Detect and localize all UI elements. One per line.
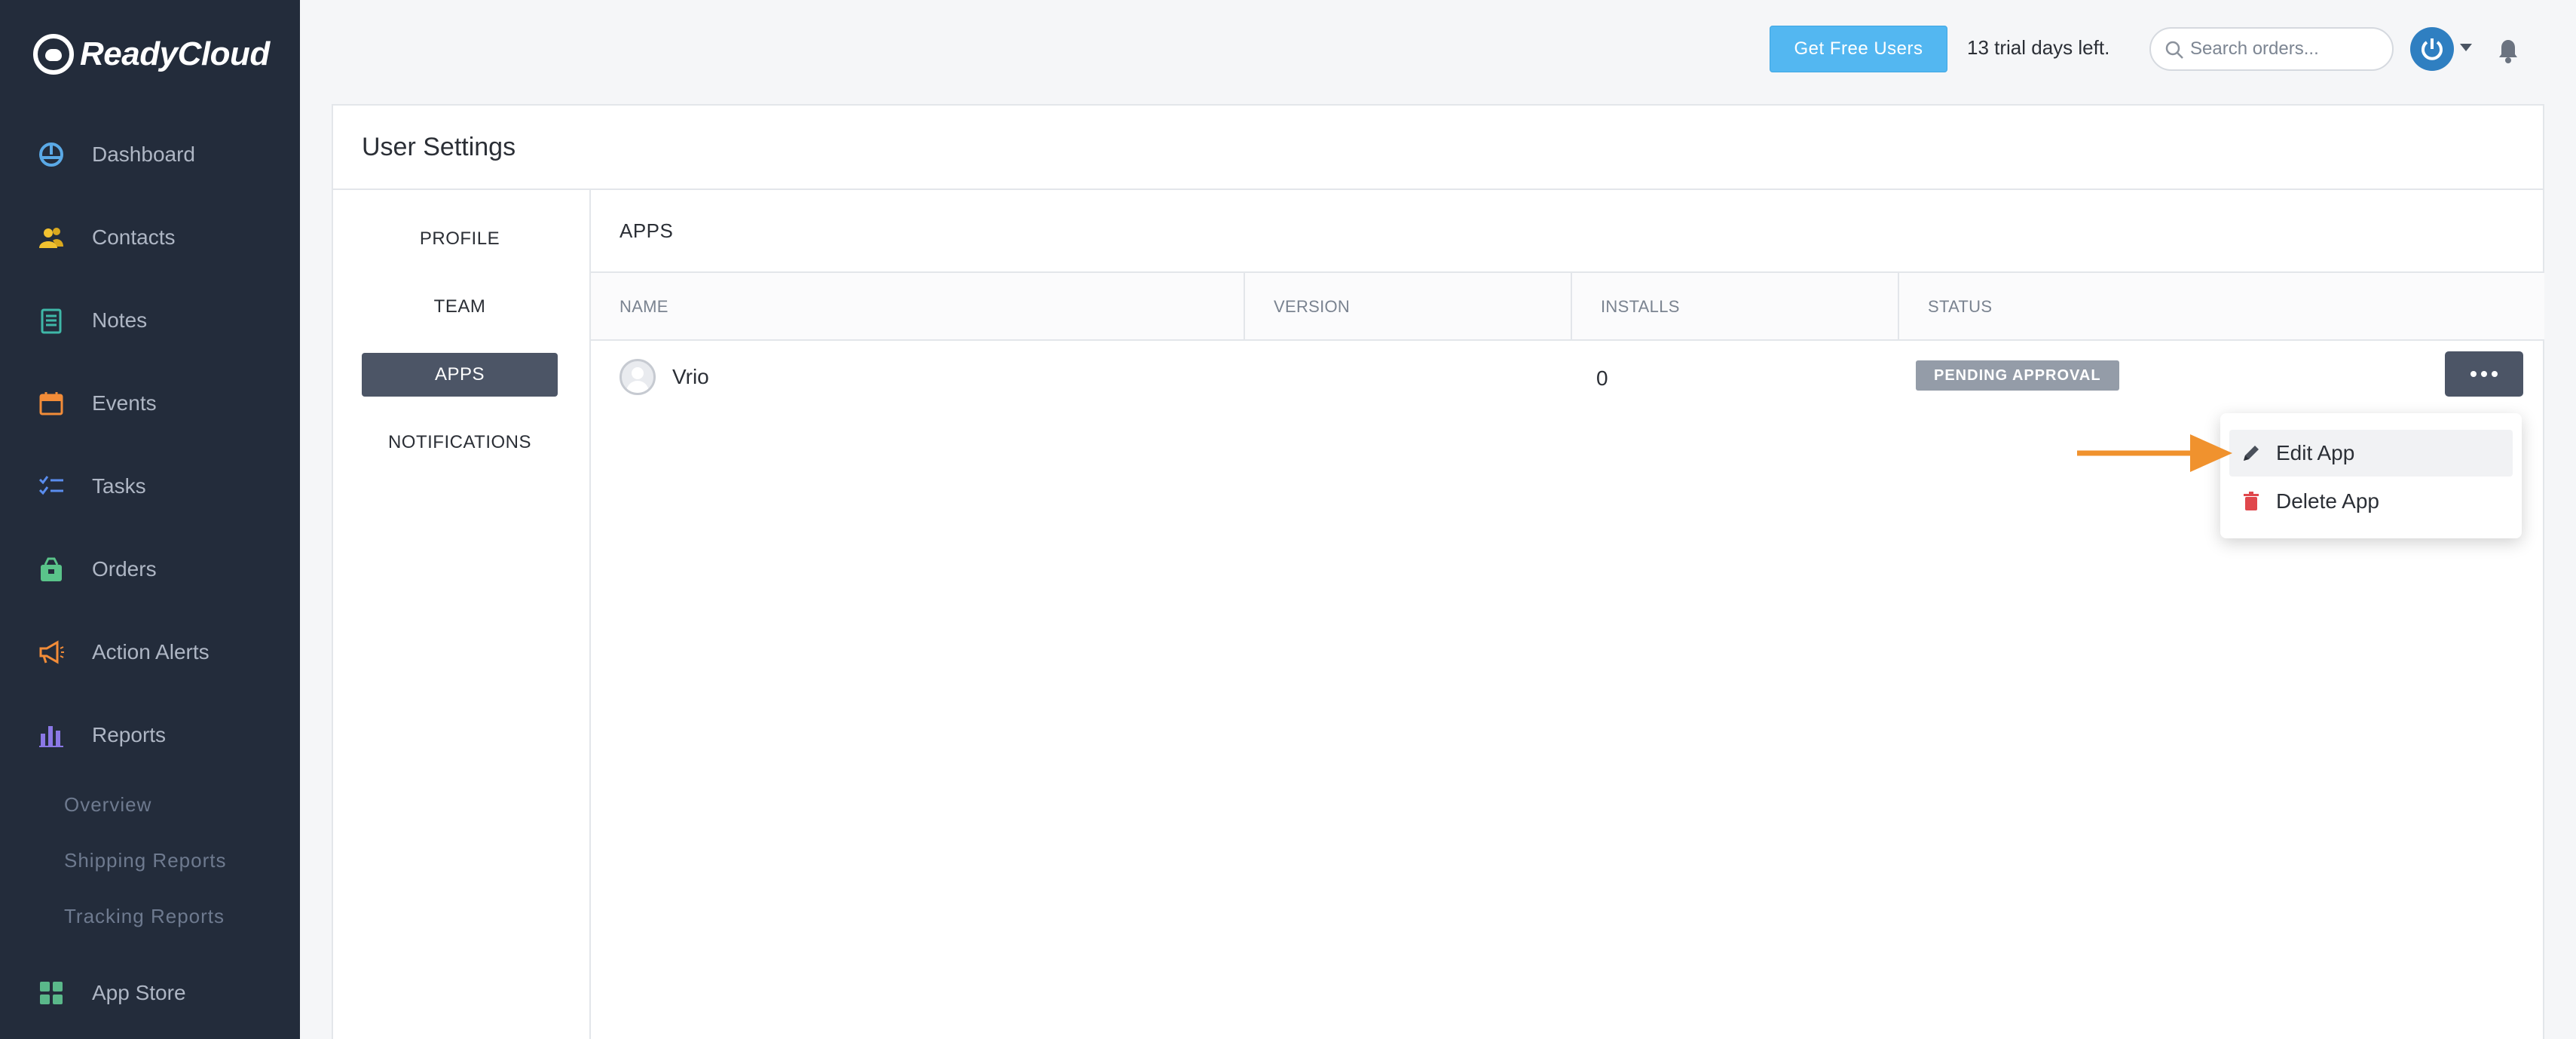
sidebar-item-action-alerts[interactable]: Action Alerts [0, 611, 300, 694]
sidebar-item-label: Reports [92, 723, 167, 746]
app-name[interactable]: Vrio [672, 365, 709, 389]
settings-subnav: PROFILE TEAM APPS NOTIFICATIONS [333, 190, 591, 1039]
tab-team[interactable]: TEAM [362, 285, 558, 329]
megaphone-icon [38, 639, 65, 666]
sidebar-subitem-tracking-reports[interactable]: Tracking Reports [0, 888, 300, 944]
column-header-version[interactable]: VERSION [1244, 273, 1571, 341]
annotation-arrow-icon [2077, 434, 2232, 472]
tab-notifications[interactable]: NOTIFICATIONS [362, 421, 558, 464]
sidebar-item-label: App Store [92, 981, 186, 1004]
user-menu-button[interactable] [2410, 27, 2454, 71]
column-header-name[interactable]: NAME [591, 273, 1244, 341]
edit-app-menu-item[interactable]: Edit App [2229, 430, 2513, 477]
app-installs: 0 [1596, 366, 1608, 390]
chevron-down-icon[interactable] [2460, 44, 2472, 51]
brand-logo[interactable]: ReadyCloud [33, 32, 270, 77]
app-store-icon [38, 979, 65, 1007]
sidebar-item-orders[interactable]: Orders [0, 528, 300, 611]
sidebar-item-reports[interactable]: Reports [0, 694, 300, 777]
sidebar-item-label: Orders [92, 557, 157, 581]
app-avatar-icon [620, 359, 656, 395]
tab-apps[interactable]: APPS [362, 353, 558, 397]
search-input[interactable] [2190, 38, 2379, 60]
ellipsis-icon [2481, 371, 2487, 377]
brand-name: ReadyCloud [80, 35, 270, 72]
dashboard-icon [38, 141, 65, 168]
sidebar-item-contacts[interactable]: Contacts [0, 196, 300, 279]
sidebar: ReadyCloud Dashboard Contacts Notes Even… [0, 0, 300, 1039]
search-icon [2165, 41, 2183, 59]
app-actions-dropdown: Edit App Delete App [2220, 413, 2522, 538]
table-header: NAME VERSION INSTALLS STATUS [591, 273, 2544, 341]
more-actions-button[interactable] [2445, 351, 2523, 397]
column-header-installs[interactable]: INSTALLS [1571, 273, 1898, 341]
delete-app-menu-item[interactable]: Delete App [2229, 478, 2513, 525]
orders-icon [38, 556, 65, 583]
trial-days-text: 13 trial days left. [1967, 36, 2110, 59]
notes-icon [38, 307, 65, 334]
table-row[interactable]: Vrio 0 PENDING APPROVAL [591, 341, 2544, 410]
sidebar-item-label: Events [92, 391, 157, 415]
bell-icon[interactable] [2495, 36, 2522, 65]
sidebar-item-label: Notes [92, 308, 148, 332]
ellipsis-icon [2470, 371, 2477, 377]
sidebar-subitem-overview[interactable]: Overview [0, 777, 300, 832]
ellipsis-icon [2492, 371, 2498, 377]
page-title: User Settings [333, 106, 2543, 190]
sidebar-item-events[interactable]: Events [0, 362, 300, 445]
sidebar-item-label: Dashboard [92, 143, 195, 166]
status-badge: PENDING APPROVAL [1916, 360, 2119, 391]
trash-icon [2244, 492, 2259, 510]
menu-item-label: Edit App [2276, 441, 2355, 464]
get-free-users-button[interactable]: Get Free Users [1770, 26, 1947, 72]
column-header-status[interactable]: STATUS [1898, 273, 2544, 341]
section-title: APPS [591, 190, 2544, 273]
sidebar-item-label: Contacts [92, 225, 176, 249]
sidebar-item-dashboard[interactable]: Dashboard [0, 113, 300, 196]
tasks-icon [38, 473, 65, 500]
sidebar-item-label: Tasks [92, 474, 146, 498]
apps-content: APPS NAME VERSION INSTALLS STATUS Vrio 0… [591, 190, 2544, 1039]
sidebar-item-app-store[interactable]: App Store [0, 952, 300, 1034]
search-box [2149, 27, 2394, 71]
calendar-icon [38, 390, 65, 417]
reports-icon [38, 722, 65, 749]
power-icon [2422, 38, 2443, 60]
sidebar-item-label: Action Alerts [92, 640, 210, 664]
menu-item-label: Delete App [2276, 489, 2379, 513]
contacts-icon [38, 224, 65, 251]
tab-profile[interactable]: PROFILE [362, 217, 558, 261]
user-settings-panel: User Settings PROFILE TEAM APPS NOTIFICA… [332, 104, 2544, 1039]
cloud-logo-icon [33, 34, 74, 75]
sidebar-subitem-shipping-reports[interactable]: Shipping Reports [0, 832, 300, 888]
sidebar-nav: Dashboard Contacts Notes Events Tasks Or… [0, 113, 300, 1034]
sidebar-item-notes[interactable]: Notes [0, 279, 300, 362]
sidebar-item-tasks[interactable]: Tasks [0, 445, 300, 528]
pencil-icon [2244, 446, 2259, 461]
